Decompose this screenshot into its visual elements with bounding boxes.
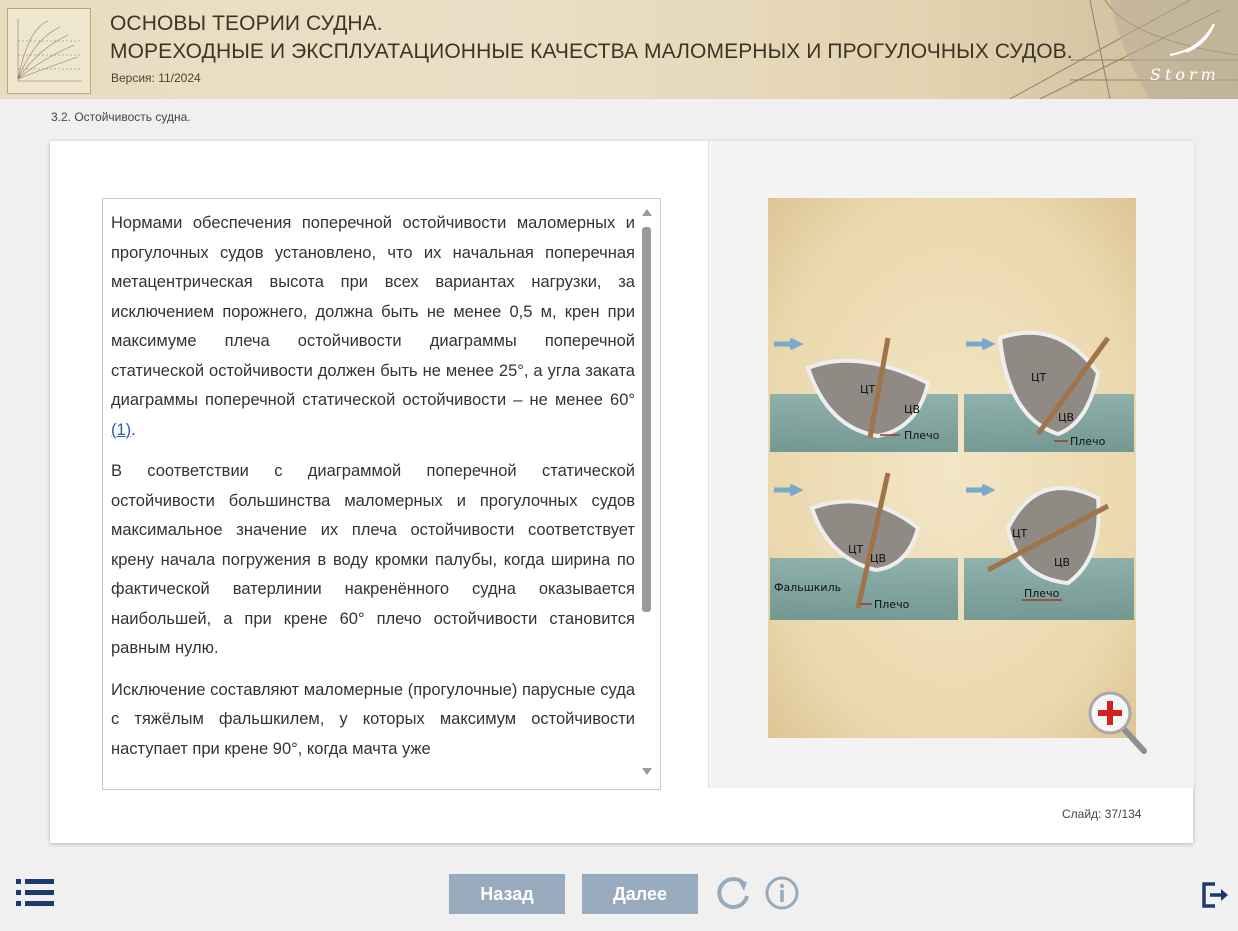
svg-text:ЦТ: ЦТ (1012, 527, 1028, 540)
illustration-panel: ЦТ ЦВ Плечо ЦТ ЦВ Плечо ЦТ ЦВ Фальшкиль … (708, 141, 1194, 788)
svg-text:Плечо: Плечо (1024, 587, 1060, 600)
paragraph-1-end: . (131, 420, 136, 439)
svg-text:ЦТ: ЦТ (1031, 371, 1047, 384)
reload-icon[interactable] (714, 874, 752, 912)
svg-text:ЦТ: ЦТ (848, 543, 864, 556)
version-label: Версия: 11/2024 (111, 71, 201, 85)
svg-text:ЦВ: ЦВ (904, 403, 920, 416)
svg-text:Фальшкиль: Фальшкиль (774, 581, 841, 594)
scrollbar[interactable] (639, 199, 655, 789)
back-button[interactable]: Назад (449, 874, 565, 914)
info-icon[interactable] (764, 875, 800, 911)
slide-total: 134 (1121, 807, 1142, 821)
slide-counter: Слайд: 37/134 (1062, 807, 1142, 821)
scroll-up-arrow-icon[interactable] (642, 209, 652, 216)
text-scroll-area[interactable]: Нормами обеспечения поперечной остойчиво… (102, 198, 661, 790)
text-content: Нормами обеспечения поперечной остойчиво… (111, 209, 635, 776)
svg-text:Storm: Storm (1150, 65, 1220, 84)
paragraph-2: В соответствии с диаграммой поперечной с… (111, 462, 635, 657)
course-title-line2: МОРЕХОДНЫЕ И ЭКСПЛУАТАЦИОННЫЕ КАЧЕСТВА М… (110, 40, 1073, 63)
exit-icon[interactable] (1201, 880, 1231, 910)
svg-text:Плечо: Плечо (1070, 435, 1106, 448)
next-button[interactable]: Далее (582, 874, 698, 914)
paragraph-3: Исключение составляют маломерные (прогул… (111, 680, 635, 758)
svg-text:ЦВ: ЦВ (870, 552, 886, 565)
course-logo (7, 8, 91, 94)
svg-text:ЦВ: ЦВ (1058, 411, 1074, 424)
paragraph-1-text: Нормами обеспечения поперечной остойчиво… (111, 214, 635, 409)
course-title: ОСНОВЫ ТЕОРИИ СУДНА. МОРЕХОДНЫЕ И ЭКСПЛУ… (110, 10, 1073, 66)
slide-card: Нормами обеспечения поперечной остойчиво… (50, 141, 1194, 843)
footnote-link[interactable]: (1) (111, 421, 131, 439)
svg-text:ЦВ: ЦВ (1054, 556, 1070, 569)
paragraph-1: Нормами обеспечения поперечной остойчиво… (111, 209, 635, 445)
scroll-down-arrow-icon[interactable] (642, 768, 652, 775)
zoom-in-icon[interactable] (1088, 689, 1150, 757)
breadcrumb: 3.2. Остойчивость судна. (51, 110, 191, 124)
svg-text:Плечо: Плечо (874, 598, 910, 611)
heel-stability-illustration[interactable]: ЦТ ЦВ Плечо ЦТ ЦВ Плечо ЦТ ЦВ Фальшкиль … (768, 198, 1136, 738)
svg-text:ЦТ: ЦТ (860, 383, 876, 396)
slide-current: 37 (1104, 807, 1119, 821)
header-art: Storm (1000, 0, 1238, 99)
slide-counter-label: Слайд: (1062, 807, 1102, 821)
scroll-thumb[interactable] (642, 227, 651, 612)
svg-text:Плечо: Плечо (904, 429, 940, 442)
list-menu-icon[interactable] (16, 879, 54, 906)
app-header: ОСНОВЫ ТЕОРИИ СУДНА. МОРЕХОДНЫЕ И ЭКСПЛУ… (0, 0, 1238, 99)
course-title-line1: ОСНОВЫ ТЕОРИИ СУДНА. (110, 12, 383, 35)
